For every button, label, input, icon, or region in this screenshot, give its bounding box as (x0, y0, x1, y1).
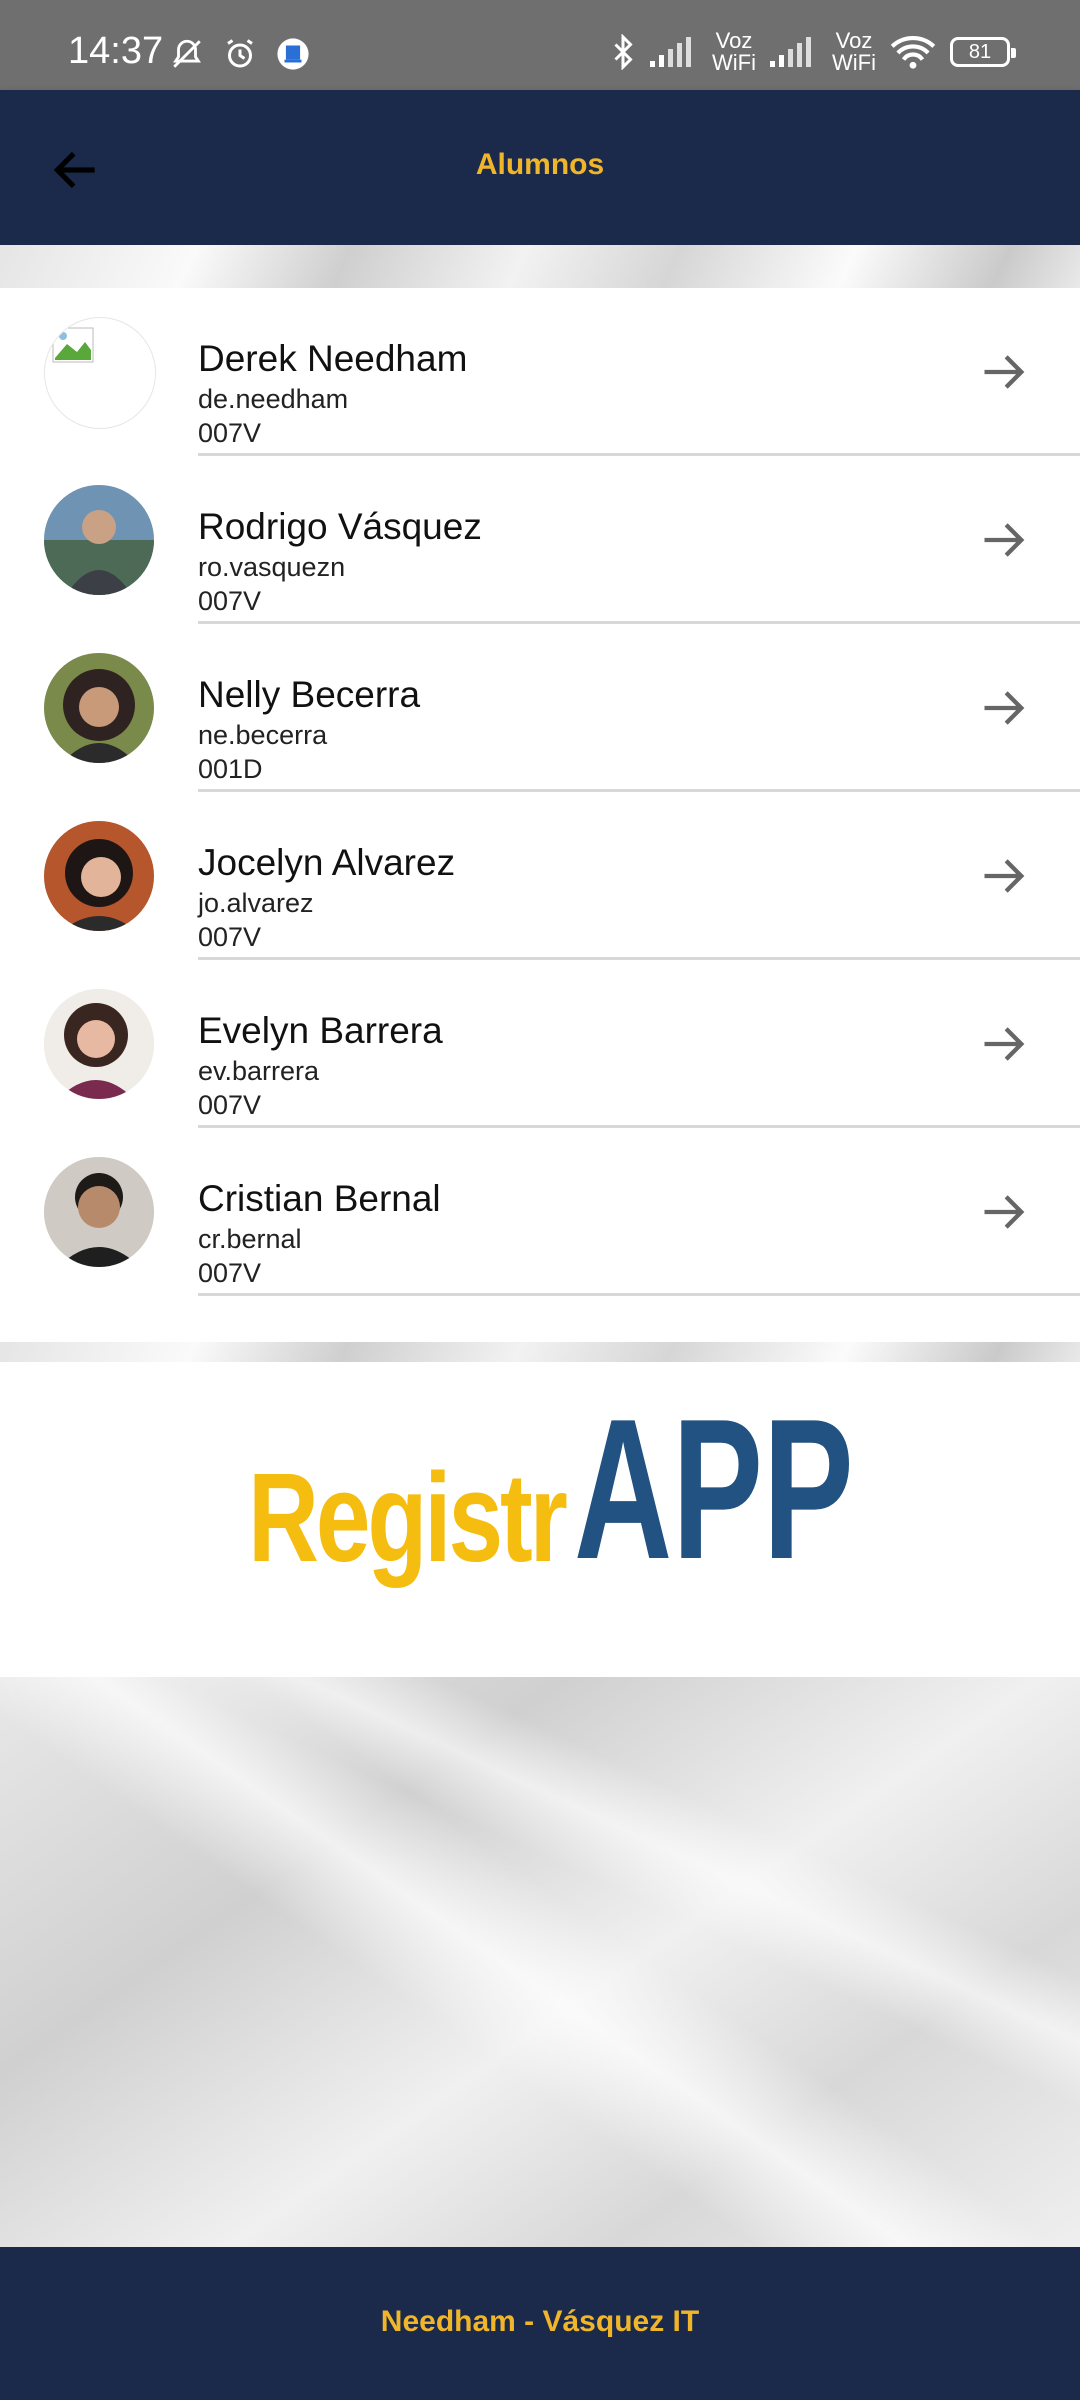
student-list: Derek Needham de.needham 007V Rodrigo Vá… (0, 288, 1080, 1342)
status-bar: 14:37 Voz WiFi Voz WiFi 81 (0, 0, 1080, 90)
avatar (44, 989, 154, 1099)
alarm-icon (227, 39, 253, 68)
student-name: Cristian Bernal (198, 1178, 441, 1219)
status-time: 14:37 (68, 30, 164, 72)
background-texture (0, 1677, 1080, 2247)
avatar (44, 485, 154, 595)
logo-text-app: APP (574, 1378, 854, 1601)
voz-wifi-label: Voz WiFi (712, 28, 757, 75)
battery-icon: 81 (950, 37, 1016, 67)
app-header: Alumnos (0, 90, 1080, 245)
list-item[interactable]: Cristian Bernal cr.bernal 007V (0, 1128, 1080, 1296)
list-item[interactable]: Nelly Becerra ne.becerra 001D (0, 624, 1080, 792)
student-name: Rodrigo Vásquez (198, 506, 482, 547)
arrow-right-icon[interactable] (978, 682, 1030, 734)
background-texture (0, 245, 1080, 288)
background-texture (0, 1342, 1080, 1362)
student-username: jo.alvarez (198, 888, 314, 918)
student-code: 007V (198, 1090, 262, 1120)
voz-wifi-label: Voz WiFi (832, 28, 876, 75)
student-name: Jocelyn Alvarez (198, 842, 456, 883)
app-notification-icon (277, 38, 309, 70)
signal-icon (650, 37, 692, 67)
student-code: 007V (198, 1258, 262, 1288)
arrow-right-icon[interactable] (978, 850, 1030, 902)
student-username: ne.becerra (198, 720, 328, 750)
list-item[interactable]: Jocelyn Alvarez jo.alvarez 007V (0, 792, 1080, 960)
student-name: Derek Needham (198, 338, 468, 379)
avatar (44, 1157, 154, 1267)
student-username: cr.bernal (198, 1224, 302, 1254)
battery-level: 81 (968, 40, 992, 63)
student-code: 007V (198, 586, 262, 616)
page-title: Alumnos (475, 148, 605, 181)
broken-image-icon (44, 317, 156, 429)
student-username: de.needham (198, 384, 349, 414)
bluetooth-icon (614, 34, 633, 70)
wifi-icon (890, 36, 936, 69)
divider (198, 1293, 1080, 1296)
student-username: ev.barrera (198, 1056, 320, 1086)
list-item[interactable]: Rodrigo Vásquez ro.vasquezn 007V (0, 456, 1080, 624)
app-footer: Needham - Vásquez IT (0, 2247, 1080, 2400)
student-username: ro.vasquezn (198, 552, 346, 582)
student-code: 007V (198, 922, 262, 952)
avatar (44, 653, 154, 763)
footer-text: Needham - Vásquez IT (380, 2305, 700, 2338)
avatar (44, 821, 154, 931)
student-name: Evelyn Barrera (198, 1010, 443, 1051)
list-item[interactable]: Derek Needham de.needham 007V (0, 288, 1080, 456)
signal-icon (770, 37, 812, 67)
student-code: 001D (198, 754, 263, 784)
mute-bell-icon (173, 39, 201, 68)
student-name: Nelly Becerra (198, 674, 421, 715)
arrow-right-icon[interactable] (978, 514, 1030, 566)
student-code: 007V (198, 418, 262, 448)
arrow-right-icon[interactable] (978, 1186, 1030, 1238)
logo-panel: Registr APP (0, 1362, 1080, 1677)
arrow-right-icon[interactable] (978, 1018, 1030, 1070)
logo-text-registr: Registr (248, 1447, 568, 1588)
list-item[interactable]: Evelyn Barrera ev.barrera 007V (0, 960, 1080, 1128)
app-logo: Registr APP (248, 1390, 854, 1598)
arrow-right-icon[interactable] (978, 346, 1030, 398)
